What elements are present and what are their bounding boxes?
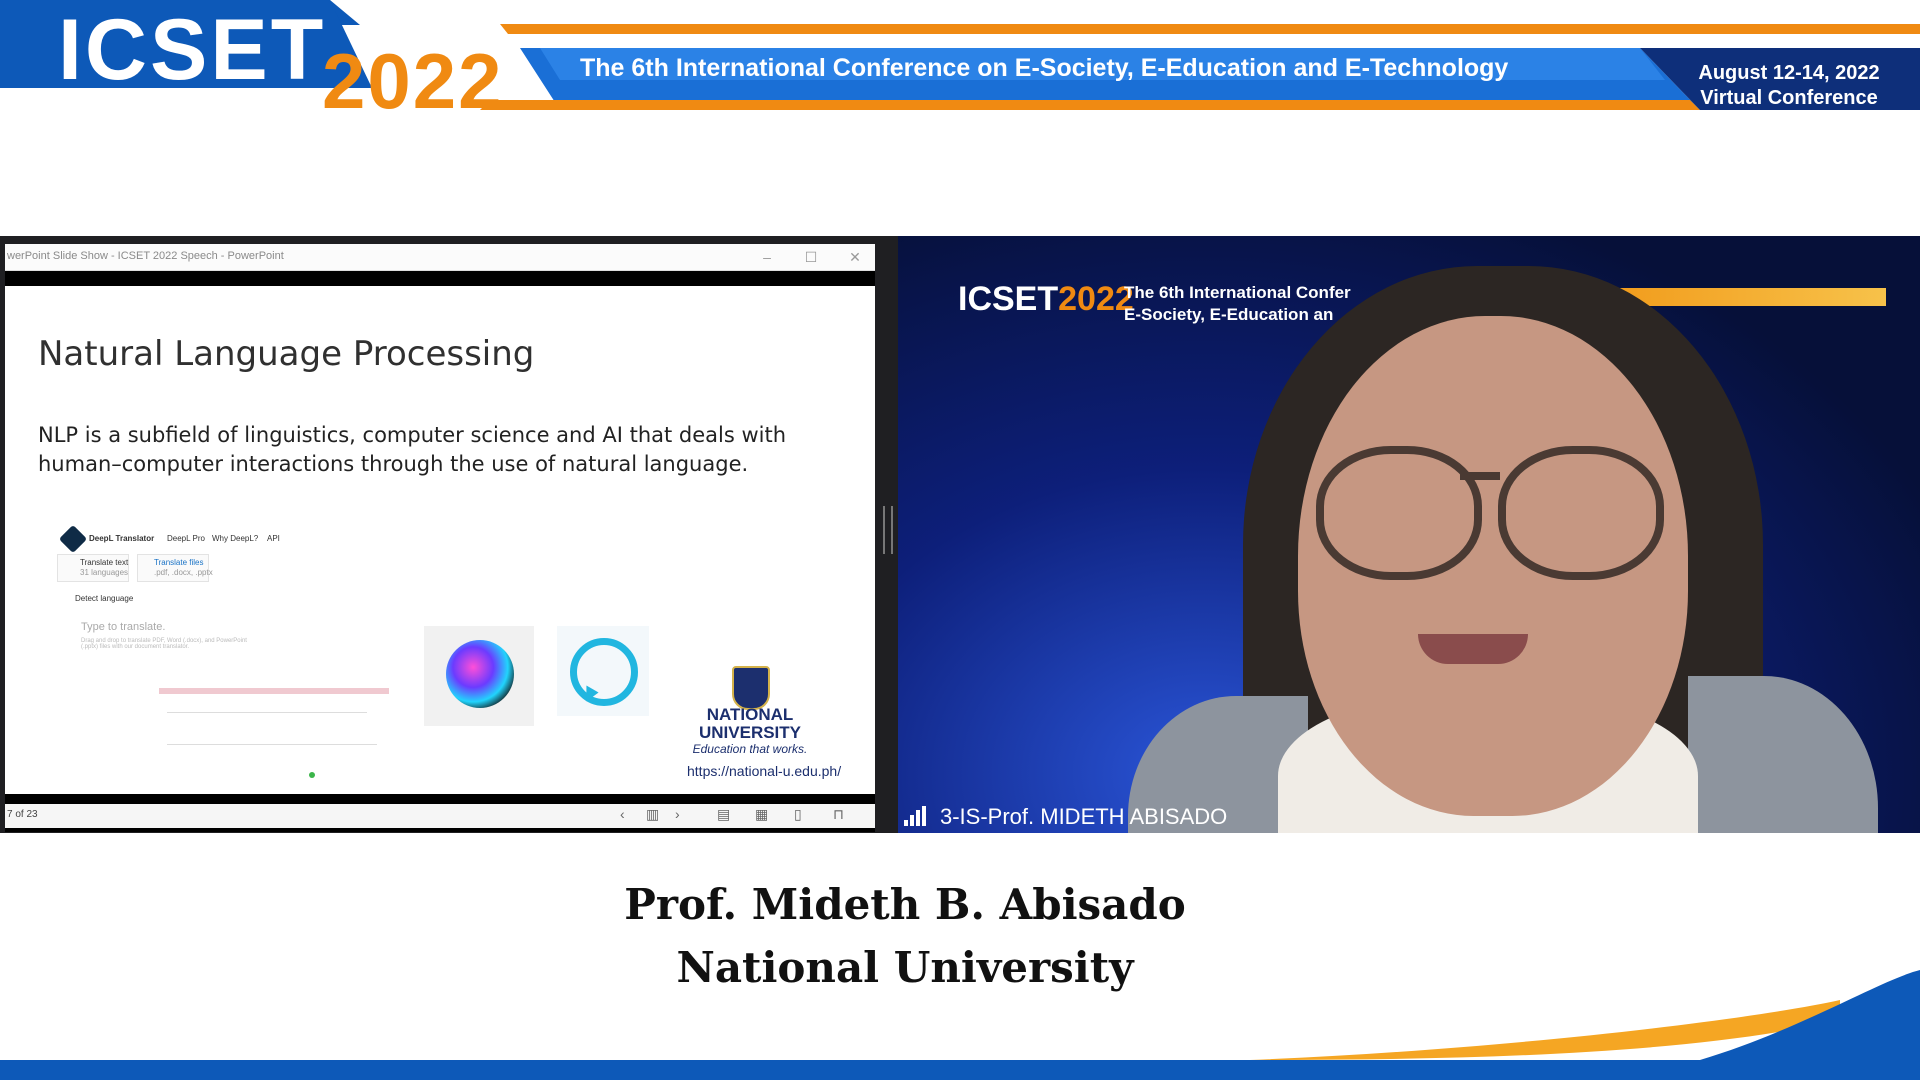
minimize-icon[interactable]: – — [755, 246, 779, 268]
powerpoint-titlebar[interactable]: werPoint Slide Show - ICSET 2022 Speech … — [5, 244, 875, 271]
signal-strength-icon — [904, 806, 928, 826]
prev-icon[interactable]: ‹ — [620, 806, 625, 822]
slideshow-icon[interactable]: ⊓ — [833, 806, 844, 823]
deepl-tab-files-sub: .pdf, .docx, .pptx — [154, 568, 213, 577]
reading-view-icon[interactable]: ▯ — [794, 806, 802, 823]
deepl-detect-language: Detect language — [75, 594, 134, 603]
deepl-tab-text-sub: 31 languages — [80, 568, 129, 577]
university-name-line2: UNIVERSITY — [698, 723, 802, 742]
window-title: werPoint Slide Show - ICSET 2022 Speech … — [7, 250, 284, 262]
backdrop-title-line1: The 6th International Confer — [1124, 283, 1351, 302]
backdrop-title: The 6th International Confer E-Society, … — [1124, 282, 1351, 326]
slideshow-status-bar: 7 of 23 ‹ ▥ › ▤ ▦ ▯ ⊓ — [5, 804, 875, 828]
deepl-hint: Drag and drop to translate PDF, Word (.d… — [81, 638, 247, 650]
deepl-placeholder: Type to translate. — [81, 621, 166, 633]
conference-title: The 6th International Conference on E-So… — [580, 54, 1509, 82]
deepl-tab-text: Translate text 31 languages — [57, 554, 129, 582]
split-view-handle[interactable] — [883, 506, 893, 554]
conference-mode: Virtual Conference — [1700, 87, 1878, 109]
speaker-name: Prof. Mideth B. Abisado — [624, 880, 1186, 929]
university-url[interactable]: https://national-u.edu.ph/ — [687, 763, 841, 779]
deepl-screenshot: DeepL Translator DeepL Pro Why DeepL? AP… — [47, 524, 297, 676]
participant-name-label: 3-IS-Prof. MIDETH ABISADO — [940, 804, 1228, 829]
deepl-nav-pro: DeepL Pro — [167, 534, 205, 543]
backdrop-logo-year: 2022 — [1058, 280, 1134, 318]
deepl-tab-text-label: Translate text — [80, 558, 129, 567]
siri-icon — [446, 640, 514, 708]
slide-canvas[interactable]: Natural Language Processing NLP is a sub… — [5, 286, 875, 794]
slide-heading: Natural Language Processing — [38, 334, 535, 374]
deepl-nav-why: Why DeepL? — [212, 534, 259, 543]
icset-logo-year: 2022 — [322, 37, 504, 125]
university-name: NATIONAL UNIVERSITY — [661, 706, 839, 742]
conference-dates: August 12-14, 2022 — [1698, 62, 1880, 84]
university-tagline: Education that works. — [692, 742, 808, 756]
national-university-seal — [732, 666, 770, 710]
icset-logo-text: ICSET — [58, 2, 327, 98]
deepl-tab-files-label: Translate files — [154, 558, 204, 567]
slide-body-text: NLP is a subfield of linguistics, comput… — [38, 423, 787, 476]
maximize-icon[interactable]: ☐ — [799, 246, 823, 268]
deepl-logo-icon — [58, 524, 88, 554]
conference-banner: ICSET 2022 The 6th International Confere… — [0, 0, 1920, 124]
slide-sorter-icon[interactable]: ▦ — [755, 806, 768, 823]
menu-icon[interactable]: ▥ — [646, 806, 659, 823]
slide-counter: 7 of 23 — [7, 809, 38, 820]
next-icon[interactable]: › — [675, 806, 680, 822]
powerpoint-window[interactable]: werPoint Slide Show - ICSET 2022 Speech … — [5, 244, 875, 832]
deepl-tab-files: Translate files .pdf, .docx, .pptx — [137, 554, 213, 582]
normal-view-icon[interactable]: ▤ — [717, 806, 730, 823]
siri-tile — [424, 626, 534, 726]
backdrop-logo: ICSET2022 — [958, 280, 1134, 319]
backdrop-title-line2: E-Society, E-Education an — [1124, 305, 1334, 324]
translator-secondary-screenshot — [159, 688, 389, 794]
deepl-brand: DeepL Translator — [89, 534, 155, 543]
footer-swoosh — [0, 970, 1920, 1080]
university-name-line1: NATIONAL — [706, 705, 794, 724]
speaker-mouth — [1418, 634, 1528, 664]
glasses-right — [1498, 446, 1664, 580]
deepl-nav-api: API — [267, 534, 280, 543]
participant-video[interactable]: ICSET2022 The 6th International Confer E… — [898, 236, 1920, 833]
close-icon[interactable]: ✕ — [843, 246, 867, 268]
alexa-tile — [557, 626, 649, 716]
backdrop-logo-text: ICSET — [958, 280, 1059, 318]
glasses-left — [1316, 446, 1482, 580]
meeting-gallery: werPoint Slide Show - ICSET 2022 Speech … — [0, 236, 1920, 833]
